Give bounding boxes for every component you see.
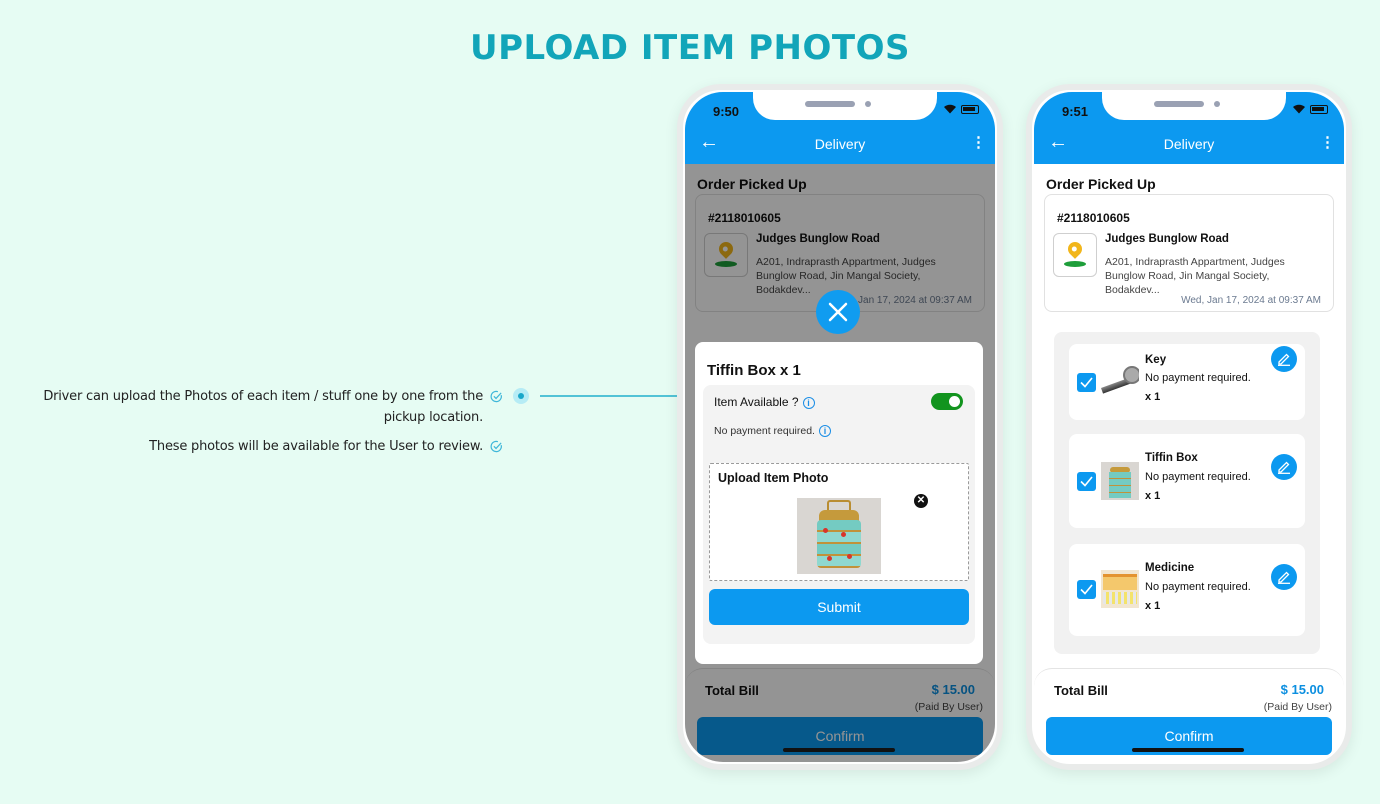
order-date: Wed, Jan 17, 2024 at 09:37 AM [1181, 295, 1321, 306]
battery-icon [961, 104, 979, 114]
address-text: A201, Indraprasth Appartment, Judges Bun… [1105, 256, 1285, 296]
feature-text-review: These photos will be available for the U… [83, 436, 502, 457]
list-item[interactable]: Tiffin Box No payment required. x 1 [1069, 434, 1305, 528]
edit-item-button[interactable] [1271, 346, 1297, 372]
upload-photo-area[interactable]: Upload Item Photo ✕ [709, 463, 969, 581]
item-checkbox[interactable] [1077, 472, 1096, 491]
check-circle-icon [490, 390, 502, 403]
close-modal-button[interactable] [816, 290, 860, 334]
item-available-toggle[interactable] [931, 393, 963, 410]
uploaded-photo-tiffin [797, 498, 881, 574]
item-available-label: Item Available ? i [714, 395, 815, 409]
paid-by: (Paid By User) [1263, 701, 1332, 713]
pencil-icon [1278, 461, 1290, 474]
remove-photo-icon[interactable]: ✕ [914, 494, 928, 508]
modal-title: Tiffin Box x 1 [707, 362, 801, 379]
status-time: 9:51 [1062, 104, 1089, 119]
list-item[interactable]: Medicine No payment required. x 1 [1069, 544, 1305, 636]
phone-item-list: 9:51 ← Delivery ⋮ Order Picked Up #21180… [1026, 84, 1352, 770]
item-name: Key [1145, 354, 1167, 366]
connector-dot [513, 388, 529, 404]
edit-item-button[interactable] [1271, 454, 1297, 480]
battery-icon [1310, 104, 1328, 114]
item-name: Medicine [1145, 562, 1195, 574]
modal-body: Item Available ? i No payment required. i … [703, 385, 975, 644]
payment-note: No payment required. i [714, 425, 831, 437]
checkmark-icon [1080, 377, 1093, 388]
order-id: #2118010605 [1057, 211, 1130, 225]
phone-notch [753, 92, 937, 120]
item-qty: x 1 [1145, 600, 1161, 612]
item-qty: x 1 [1145, 490, 1161, 502]
close-icon [828, 302, 848, 322]
item-thumbnail-tiffin [1101, 462, 1139, 500]
page-title: UPLOAD ITEM PHOTOS [470, 28, 910, 68]
address-title: Judges Bunglow Road [1105, 233, 1229, 245]
connector-line [540, 395, 680, 397]
app-header: 9:51 ← Delivery ⋮ [1034, 92, 1344, 164]
item-payment: No payment required. [1145, 372, 1251, 384]
header-title: Delivery [814, 136, 866, 152]
item-payment: No payment required. [1145, 581, 1251, 593]
item-checkbox[interactable] [1077, 580, 1096, 599]
home-indicator [783, 748, 895, 752]
item-name: Tiffin Box [1145, 452, 1198, 464]
status-icons [943, 104, 979, 114]
item-checkbox[interactable] [1077, 373, 1096, 392]
wifi-icon [944, 104, 956, 114]
section-title: Order Picked Up [1046, 176, 1156, 192]
feature-text: These photos will be available for the U… [149, 439, 483, 454]
list-item[interactable]: Key No payment required. x 1 [1069, 344, 1305, 420]
pencil-icon [1278, 571, 1290, 584]
feature-text: Driver can upload the Photos of each ite… [43, 389, 483, 425]
phone-notch [1102, 92, 1286, 120]
item-payment: No payment required. [1145, 471, 1251, 483]
upload-label: Upload Item Photo [718, 471, 829, 485]
item-qty: x 1 [1145, 391, 1161, 403]
upload-photo-modal: Tiffin Box x 1 Item Available ? i No paym… [695, 342, 983, 664]
more-options-icon[interactable]: ⋮ [971, 135, 986, 150]
order-card[interactable]: #2118010605 Judges Bunglow Road A201, In… [1044, 194, 1334, 312]
wifi-icon [1293, 104, 1305, 114]
app-header: 9:50 ← Delivery ⋮ [685, 92, 995, 164]
info-icon[interactable]: i [818, 425, 831, 437]
pencil-icon [1278, 353, 1290, 366]
status-time: 9:50 [713, 104, 740, 119]
item-list: Key No payment required. x 1 Tiffin Box … [1054, 332, 1320, 654]
checkmark-icon [1080, 584, 1093, 595]
item-thumbnail-medicine [1101, 570, 1139, 608]
location-pin-icon [1053, 233, 1097, 277]
edit-item-button[interactable] [1271, 564, 1297, 590]
feature-text-upload: Driver can upload the Photos of each ite… [23, 386, 502, 428]
more-options-icon[interactable]: ⋮ [1320, 135, 1335, 150]
submit-button[interactable]: Submit [709, 589, 969, 625]
header-title: Delivery [1163, 136, 1215, 152]
item-thumbnail-key [1101, 362, 1139, 400]
status-icons [1292, 104, 1328, 114]
home-indicator [1132, 748, 1244, 752]
check-circle-icon [490, 440, 502, 453]
info-icon[interactable]: i [802, 397, 815, 409]
total-amount: $ 15.00 [1280, 682, 1324, 697]
checkmark-icon [1080, 476, 1093, 487]
total-label: Total Bill [1054, 683, 1108, 698]
phone-upload-modal: 9:50 ← Delivery ⋮ Order Picked Up #21180… [677, 84, 1003, 770]
